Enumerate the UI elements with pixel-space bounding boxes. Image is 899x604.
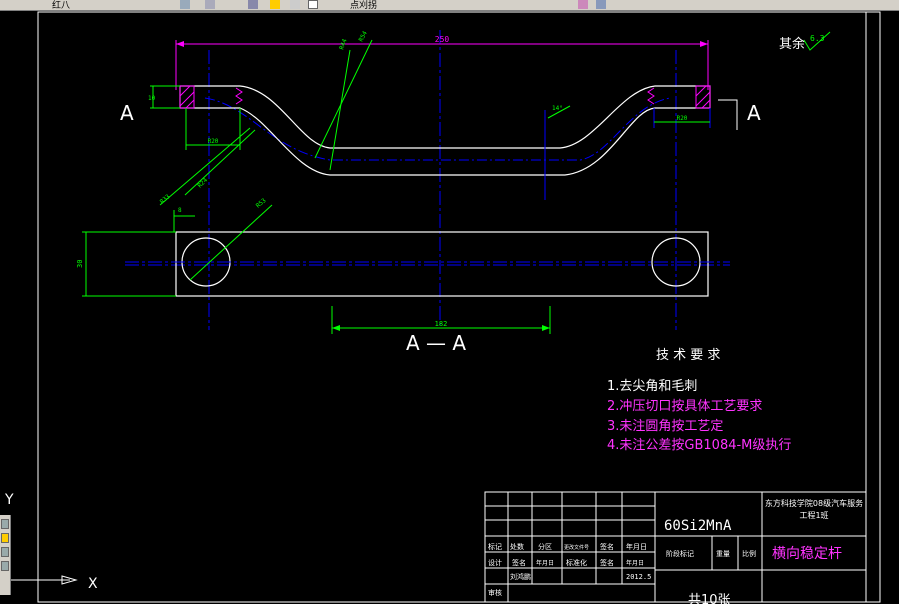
svg-text:年月日: 年月日 [626, 559, 644, 567]
square-icon[interactable] [308, 0, 318, 9]
tech-req-item-3: 3.未注圆角按工艺定 [607, 419, 723, 434]
section-title: A — A [406, 331, 466, 355]
section-bar-outline [175, 231, 709, 297]
svg-text:年月日: 年月日 [536, 559, 554, 567]
svg-text:A: A [747, 101, 761, 125]
svg-text:更改文件号: 更改文件号 [564, 544, 589, 551]
light-icon[interactable] [270, 0, 280, 9]
left-end-hatch [179, 85, 243, 109]
layer-props-icon[interactable] [205, 0, 215, 9]
render-icon[interactable] [596, 0, 606, 9]
tool-icon-4[interactable] [1, 561, 9, 571]
tech-req-title: 技 术 要 求 [656, 348, 720, 363]
radius-c-text: R33 [159, 193, 172, 206]
tool-icon[interactable] [578, 0, 588, 9]
dim-250-text: 250 [435, 35, 450, 44]
hole-offset-dimension[interactable]: 8 R53 [173, 197, 273, 281]
dim-left-small-text: R20 [208, 138, 219, 145]
svg-text:30: 30 [76, 260, 84, 268]
stabilizer-bar-outline [179, 85, 711, 176]
svg-text:重量: 重量 [716, 550, 730, 558]
section-marker-left: A [120, 101, 134, 125]
left-toolbar [0, 515, 11, 595]
svg-text:其余: 其余 [779, 36, 805, 52]
tool-icon-2[interactable] [1, 533, 9, 543]
ucs-axis-icon: Y X [4, 492, 98, 592]
dimension-overall-length[interactable]: 250 [175, 35, 709, 90]
right-end-hatch [647, 85, 711, 109]
svg-text:8: 8 [178, 207, 182, 214]
tool-icon-1[interactable] [1, 519, 9, 529]
tech-req-item-1: 1.去尖角和毛刺 [607, 379, 697, 394]
svg-text:设计: 设计 [488, 558, 502, 567]
angle-mark-text: 14° [552, 105, 563, 112]
date-text: 2012.5 [626, 573, 651, 581]
svg-text:年月日: 年月日 [626, 542, 647, 551]
cad-drawing-canvas[interactable]: 250 10 R20 R20 R44 R54 R33 R24 14° A A 其… [0, 10, 899, 604]
radius-leaders[interactable]: R44 R54 R33 R24 14° [159, 30, 571, 206]
svg-text:标记: 标记 [488, 542, 502, 551]
svg-text:X: X [88, 576, 98, 592]
svg-text:签名: 签名 [600, 558, 614, 567]
section-marker-right: A [718, 99, 761, 130]
material-text: 60Si2MnA [664, 518, 732, 534]
tech-req-item-4: 4.未注公差按GB1084-M级执行 [607, 438, 791, 453]
bar-centerline [204, 97, 671, 161]
sheets-text: 共10张 [688, 593, 731, 604]
school-text: 东方科技学院08级汽车服务工程1班 [764, 499, 864, 520]
svg-text:阶段标记: 阶段标记 [666, 549, 694, 558]
right-end-dimensions[interactable]: R20 [653, 108, 711, 128]
tech-req-item-2: 2.冲压切口按具体工艺要求 [607, 399, 762, 414]
svg-text:182: 182 [435, 320, 448, 328]
svg-text:标准化: 标准化 [566, 558, 587, 567]
svg-text:R53: R53 [255, 197, 268, 210]
svg-text:比例: 比例 [742, 549, 756, 558]
radius-d-text: R24 [196, 177, 209, 190]
radius-a-text: R44 [338, 38, 348, 51]
part-name-text: 横向稳定杆 [772, 546, 842, 562]
hole-spacing-dimension[interactable]: 182 [331, 306, 551, 334]
svg-text:Y: Y [4, 492, 14, 508]
svg-text:签名: 签名 [600, 542, 614, 551]
designer-text: 刘鸿鹏 [510, 572, 531, 581]
dim-right-small-text: R20 [677, 115, 688, 122]
tool-icon-3[interactable] [1, 547, 9, 557]
section-width-dimension[interactable]: 30 [76, 231, 176, 297]
title-block[interactable]: 60Si2MnA 东方科技学院08级汽车服务工程1班 横向稳定杆 标记 处数 分… [484, 491, 867, 604]
style-icon[interactable] [248, 0, 258, 9]
review-text: 审核 [488, 588, 502, 597]
svg-text:签名: 签名 [512, 558, 526, 567]
svg-text:6.3: 6.3 [810, 34, 825, 43]
radius-b-text: R54 [358, 30, 369, 43]
svg-text:分区: 分区 [538, 542, 552, 551]
roughness-symbol: 其余 6.3 [779, 31, 831, 52]
svg-text:处数: 处数 [510, 542, 524, 551]
layer-icon[interactable] [180, 0, 190, 9]
dim-height-small-text: 10 [148, 95, 156, 102]
sun-icon[interactable] [290, 0, 300, 9]
